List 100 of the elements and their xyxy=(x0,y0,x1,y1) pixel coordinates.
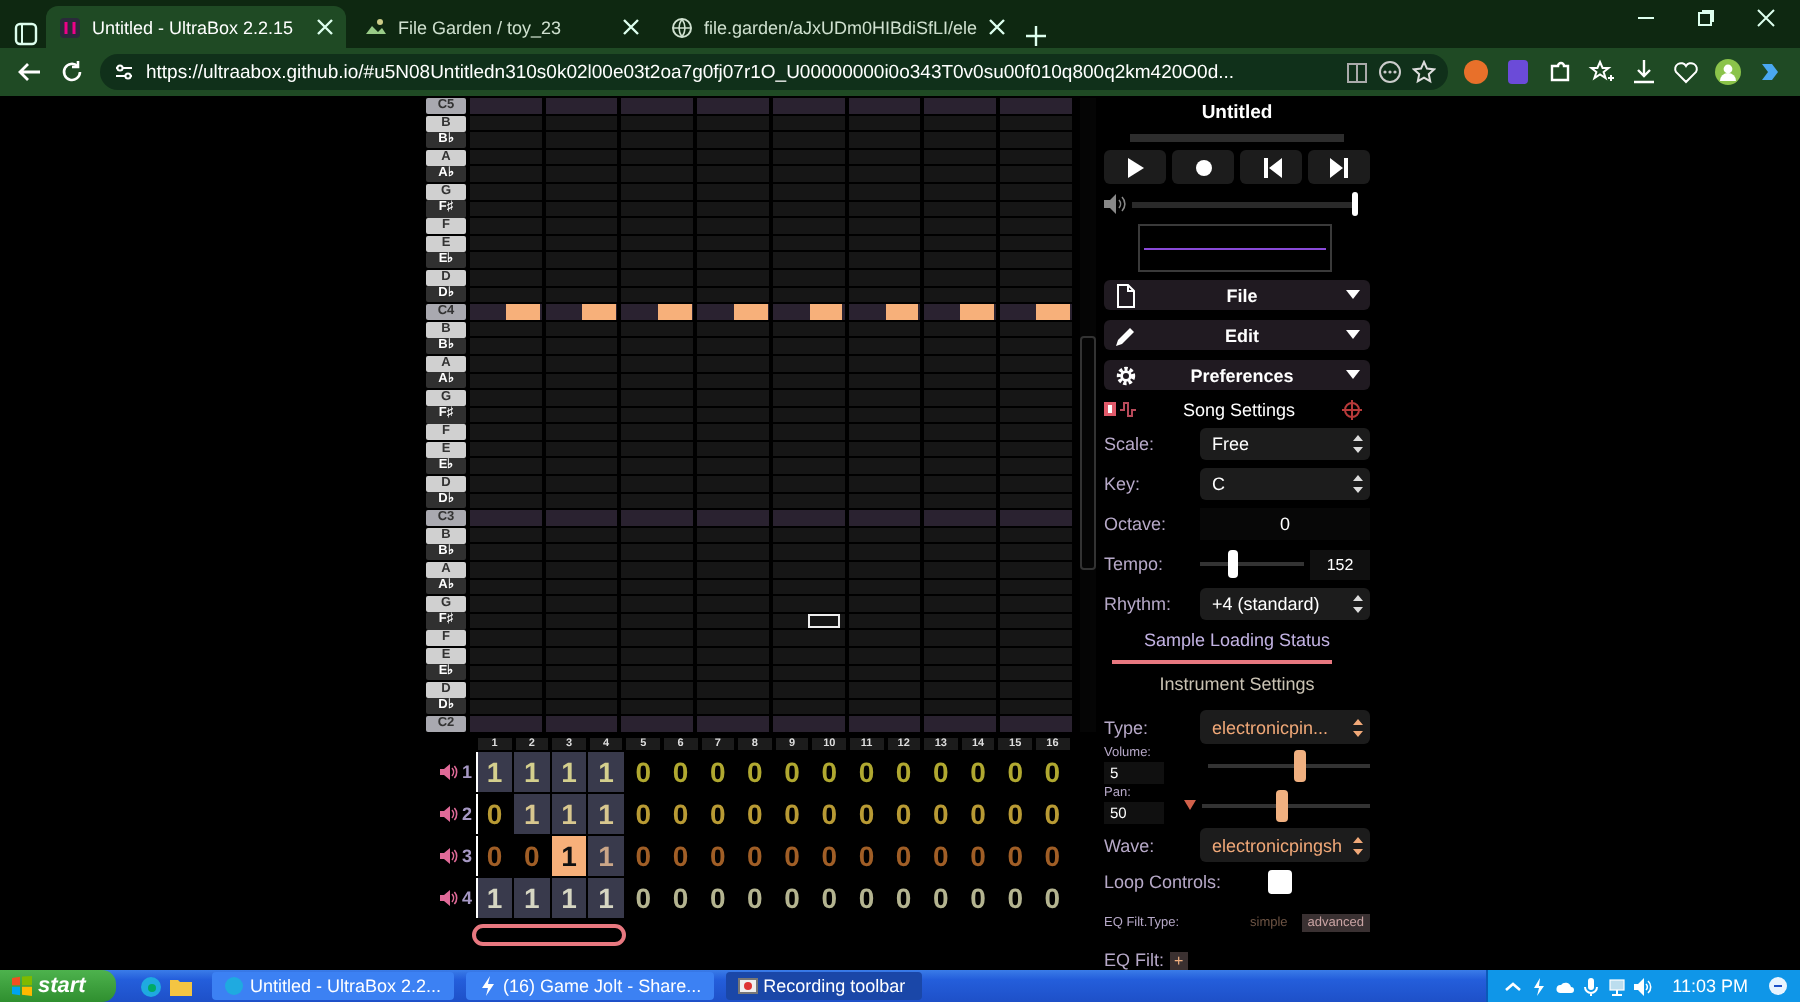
pattern-cell[interactable]: 1 xyxy=(477,877,513,917)
pattern-cell[interactable]: 0 xyxy=(737,877,773,917)
slider-thumb[interactable] xyxy=(1293,749,1306,781)
pattern-cell[interactable]: 0 xyxy=(848,751,885,791)
reader-icon[interactable] xyxy=(1346,61,1368,83)
pattern-cell[interactable]: 0 xyxy=(774,835,810,875)
pattern-cell[interactable]: 0 xyxy=(811,877,847,917)
close-icon[interactable] xyxy=(987,18,1006,36)
site-info-icon[interactable] xyxy=(112,60,136,84)
tempo-slider[interactable] xyxy=(1200,548,1304,580)
note-block[interactable] xyxy=(657,304,692,320)
folder-icon[interactable] xyxy=(170,975,192,997)
browser-tab[interactable]: file.garden/aJxUDm0HIBdiSfLI/ele xyxy=(658,6,1018,48)
next-button[interactable] xyxy=(1308,150,1370,184)
cloud-icon[interactable] xyxy=(1556,977,1575,995)
taskbar-button[interactable]: Recording toolbar xyxy=(725,972,922,1000)
pattern-cell[interactable]: 0 xyxy=(737,793,773,833)
avatar-icon[interactable] xyxy=(1714,58,1742,86)
browser-icon[interactable] xyxy=(140,975,162,997)
pattern-cell[interactable]: 0 xyxy=(848,793,885,833)
close-icon[interactable] xyxy=(1756,8,1776,28)
pattern-cell[interactable]: 0 xyxy=(625,877,661,917)
select-field[interactable]: Free xyxy=(1200,428,1370,460)
pattern-cell[interactable]: 0 xyxy=(662,793,699,833)
number-field[interactable]: 0 xyxy=(1200,508,1370,540)
pattern-cell[interactable]: 0 xyxy=(662,835,699,875)
volume-slider[interactable] xyxy=(1132,192,1358,216)
speaker-icon[interactable] xyxy=(439,805,458,821)
select-field[interactable]: +4 (standard) xyxy=(1200,588,1370,620)
taskbar-button[interactable]: (16) Game Jolt - Share... xyxy=(465,972,714,1000)
pattern-cell[interactable]: 0 xyxy=(1034,751,1070,791)
menu-button[interactable]: Edit xyxy=(1104,320,1370,350)
pattern-cell[interactable]: 0 xyxy=(997,793,1033,833)
star-icon[interactable] xyxy=(1412,60,1436,84)
pattern-cell[interactable]: 0 xyxy=(886,793,922,833)
heart-icon[interactable] xyxy=(1672,58,1700,86)
pattern-cell[interactable]: 0 xyxy=(662,751,699,791)
pattern-cell[interactable]: 0 xyxy=(662,877,699,917)
pattern-cell[interactable]: 0 xyxy=(811,835,847,875)
download-icon[interactable] xyxy=(1630,58,1658,86)
pattern-cell[interactable]: 0 xyxy=(923,835,959,875)
pattern-cell[interactable]: 0 xyxy=(477,835,513,875)
pattern-cell[interactable]: 0 xyxy=(774,793,810,833)
pattern-cell[interactable]: 0 xyxy=(737,835,773,875)
pattern-cell[interactable]: 0 xyxy=(700,835,736,875)
pattern-cell[interactable]: 0 xyxy=(923,793,959,833)
note-block[interactable] xyxy=(960,304,995,320)
caret-icon[interactable] xyxy=(1184,800,1196,810)
puzzle-icon[interactable] xyxy=(1546,58,1574,86)
pattern-cell[interactable]: 1 xyxy=(551,793,587,833)
browser-tab[interactable]: File Garden / toy_23 xyxy=(352,6,652,48)
pattern-cell[interactable]: 0 xyxy=(514,835,550,875)
pattern-cell[interactable]: 0 xyxy=(811,793,847,833)
microphone-icon[interactable] xyxy=(1582,977,1601,995)
pattern-cell[interactable]: 0 xyxy=(700,793,736,833)
pattern-cell[interactable]: 0 xyxy=(848,877,885,917)
pan-slider[interactable] xyxy=(1202,789,1370,821)
pattern-cell[interactable]: 0 xyxy=(1034,835,1070,875)
taskbar-button[interactable]: Untitled - UltraBox 2.2... xyxy=(212,972,454,1000)
favorites-icon[interactable] xyxy=(1588,58,1616,86)
bolt-icon[interactable] xyxy=(1530,977,1549,995)
pattern-cell[interactable]: 1 xyxy=(551,835,587,875)
copilot-icon[interactable] xyxy=(1756,58,1784,86)
pattern-cell[interactable]: 0 xyxy=(774,877,810,917)
back-icon[interactable] xyxy=(16,58,44,86)
pattern-cell[interactable]: 0 xyxy=(997,835,1033,875)
pattern-cell[interactable]: 1 xyxy=(588,877,624,917)
select-field[interactable]: C xyxy=(1200,468,1370,500)
pattern-cell[interactable]: 0 xyxy=(886,835,922,875)
select-field[interactable]: electronicpin... xyxy=(1200,710,1370,744)
extension-icon[interactable] xyxy=(1462,58,1490,86)
pattern-cell[interactable]: 0 xyxy=(960,751,996,791)
slider-thumb[interactable] xyxy=(1228,550,1239,578)
pattern-cell[interactable]: 0 xyxy=(923,877,959,917)
pattern-cell[interactable]: 1 xyxy=(588,835,624,875)
slider-thumb[interactable] xyxy=(1275,789,1288,821)
pattern-cell[interactable]: 0 xyxy=(700,751,736,791)
speaker-icon[interactable] xyxy=(1104,194,1126,214)
previous-button[interactable] xyxy=(1240,150,1302,184)
pattern-cell[interactable]: 0 xyxy=(960,835,996,875)
pattern-cell[interactable]: 0 xyxy=(848,835,885,875)
pattern-cell[interactable]: 0 xyxy=(700,877,736,917)
more-icon[interactable] xyxy=(1378,60,1402,84)
browser-tab[interactable]: Untitled - UltraBox 2.2.15 xyxy=(46,6,346,48)
speaker-icon[interactable] xyxy=(439,847,458,863)
note-block[interactable] xyxy=(733,304,767,320)
pattern-cell[interactable]: 1 xyxy=(588,793,624,833)
checkbox[interactable] xyxy=(1268,870,1292,894)
pattern-cell[interactable]: 0 xyxy=(477,793,513,833)
pattern-cell[interactable]: 0 xyxy=(997,877,1033,917)
scrollbar-thumb[interactable] xyxy=(1080,336,1096,570)
chevron-icon[interactable] xyxy=(1504,977,1523,995)
plus-icon[interactable] xyxy=(1023,24,1048,48)
volume-slider[interactable] xyxy=(1208,749,1370,781)
select-field[interactable]: electronicpingsh xyxy=(1200,828,1370,862)
pattern-cell[interactable]: 1 xyxy=(551,751,587,791)
pattern-cell[interactable]: 0 xyxy=(886,751,922,791)
pattern-cell[interactable]: 0 xyxy=(1034,793,1070,833)
pattern-cell[interactable]: 0 xyxy=(886,877,922,917)
play-button[interactable] xyxy=(1104,150,1166,184)
